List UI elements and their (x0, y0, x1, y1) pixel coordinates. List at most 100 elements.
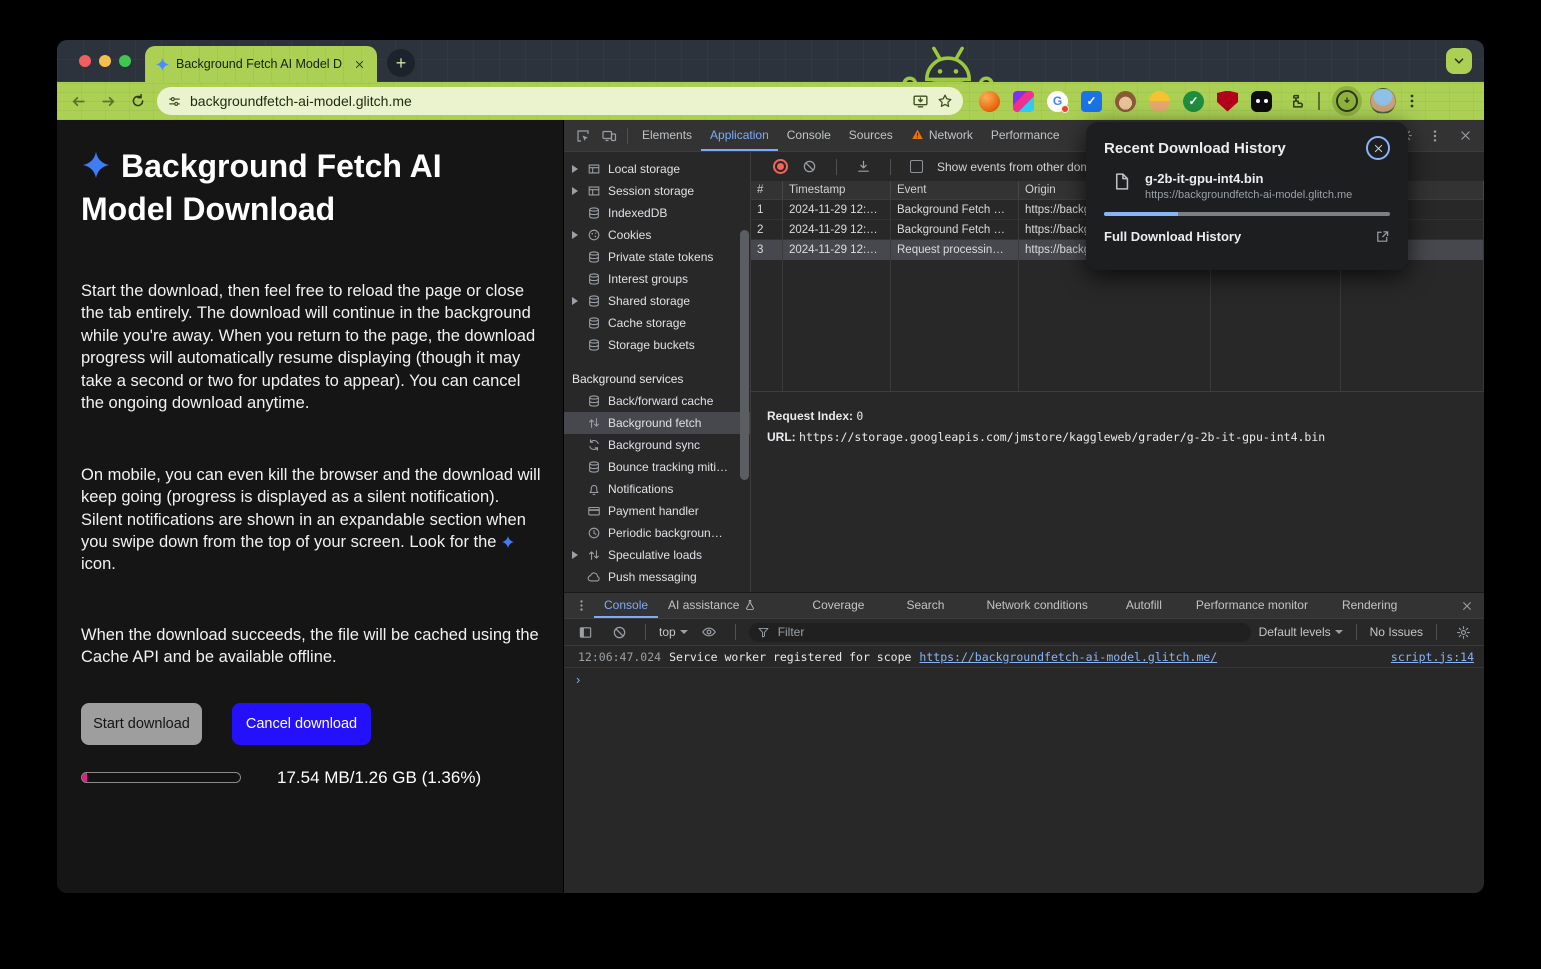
ext-dark-box-icon[interactable] (1251, 91, 1272, 112)
sidebar-item-shared-storage[interactable]: Shared storage (564, 290, 750, 312)
browser-tab[interactable]: Background Fetch AI Model D (145, 46, 377, 82)
ext-red-shield-icon[interactable] (1217, 91, 1238, 112)
browser-menu-button[interactable] (1404, 93, 1420, 109)
tab-close-icon[interactable] (351, 56, 367, 72)
sidebar-item-push-messaging[interactable]: Push messaging (564, 566, 750, 588)
sidebar-item-private-state-tokens[interactable]: Private state tokens (564, 246, 750, 268)
more-options-icon[interactable] (1422, 123, 1448, 149)
ext-green-shield-icon[interactable]: ✓ (1183, 91, 1204, 112)
console-scope-link[interactable]: https://backgroundfetch-ai-model.glitch.… (919, 650, 1217, 664)
drawer-tab-performance-monitor[interactable]: Performance monitor (1186, 593, 1318, 618)
expand-arrow-icon[interactable] (572, 551, 578, 559)
drawer-menu-icon[interactable] (568, 593, 594, 619)
expand-arrow-icon[interactable] (572, 297, 578, 305)
sidebar-scrollbar[interactable] (740, 230, 749, 480)
sidebar-item-background-sync[interactable]: Background sync (564, 434, 750, 456)
tab-elements[interactable]: Elements (633, 120, 701, 151)
sidebar-item-cookies[interactable]: Cookies (564, 224, 750, 246)
new-tab-button[interactable]: + (387, 49, 415, 77)
extensions-puzzle-icon[interactable] (1285, 91, 1306, 112)
console-filter-box[interactable] (749, 623, 1251, 642)
sidebar-item-interest-groups[interactable]: Interest groups (564, 268, 750, 290)
forward-button[interactable] (97, 90, 119, 112)
tab-application[interactable]: Application (701, 120, 778, 151)
sidebar-label: Interest groups (608, 272, 688, 286)
live-expression-eye-icon[interactable] (696, 619, 722, 645)
ext-fox-icon[interactable] (979, 91, 1000, 112)
popup-close-button[interactable] (1366, 136, 1390, 160)
col-header-timestamp[interactable]: Timestamp (783, 181, 891, 199)
sidebar-item-storage-buckets[interactable]: Storage buckets (564, 334, 750, 356)
url-text[interactable]: backgroundfetch-ai-model.glitch.me (190, 93, 904, 109)
inspect-element-icon[interactable] (570, 123, 596, 149)
expand-arrow-icon[interactable] (572, 165, 578, 173)
close-drawer-icon[interactable] (1454, 593, 1480, 619)
sidebar-item-cache-storage[interactable]: Cache storage (564, 312, 750, 334)
drawer-tab-network-conditions[interactable]: Network conditions (976, 593, 1097, 618)
save-events-icon[interactable] (856, 159, 871, 174)
minimize-window-button[interactable] (99, 55, 111, 67)
console-settings-gear-icon[interactable] (1450, 619, 1476, 645)
drawer-tab-ai-assistance[interactable]: AI assistance (658, 593, 766, 618)
tab-console[interactable]: Console (778, 120, 840, 151)
sidebar-item-speculative-loads[interactable]: Speculative loads (564, 544, 750, 566)
console-prompt[interactable]: › (564, 668, 1484, 690)
cancel-download-button[interactable]: Cancel download (232, 703, 371, 745)
drawer-tab-search[interactable]: Search (896, 593, 954, 618)
sidebar-item-periodic-background-sync[interactable]: Periodic backgroun… (564, 522, 750, 544)
close-window-button[interactable] (79, 55, 91, 67)
sidebar-item-bounce-tracking[interactable]: Bounce tracking miti… (564, 456, 750, 478)
request-url-value[interactable]: https://storage.googleapis.com/jmstore/k… (799, 430, 1325, 444)
default-levels-dropdown[interactable]: Default levels (1259, 625, 1343, 639)
col-header-num[interactable]: # (751, 181, 783, 199)
sidebar-item-payment-handler[interactable]: Payment handler (564, 500, 750, 522)
expand-arrow-icon[interactable] (572, 187, 578, 195)
bookmark-star-icon[interactable] (937, 93, 953, 109)
sidebar-item-notifications[interactable]: Notifications (564, 478, 750, 500)
zoom-window-button[interactable] (119, 55, 131, 67)
device-toolbar-icon[interactable] (596, 123, 622, 149)
tab-performance[interactable]: Performance (982, 120, 1069, 151)
record-events-button[interactable] (773, 159, 788, 174)
drawer-tab-rendering[interactable]: Rendering (1332, 593, 1407, 618)
reload-button[interactable] (127, 90, 149, 112)
issues-counter[interactable]: No Issues (1370, 625, 1423, 639)
full-download-history-link[interactable]: Full Download History (1104, 229, 1241, 244)
ext-cards-icon[interactable] (1013, 91, 1034, 112)
col-header-event[interactable]: Event (891, 181, 1019, 199)
clear-console-icon[interactable] (606, 619, 632, 645)
site-settings-icon[interactable] (167, 94, 182, 109)
show-events-checkbox[interactable] (910, 160, 923, 173)
console-sidebar-icon[interactable] (572, 619, 598, 645)
clear-events-icon[interactable] (802, 159, 817, 174)
downloads-button[interactable] (1332, 86, 1362, 116)
sidebar-item-local-storage[interactable]: Local storage (564, 158, 750, 180)
sidebar-item-background-fetch[interactable]: Background fetch (564, 412, 750, 434)
install-app-icon[interactable] (912, 93, 929, 110)
tab-search-chevron-button[interactable] (1446, 48, 1472, 74)
popup-footer[interactable]: Full Download History (1104, 229, 1390, 244)
address-bar[interactable]: backgroundfetch-ai-model.glitch.me (157, 87, 963, 115)
ext-google-lock-icon[interactable]: G (1047, 91, 1068, 112)
ext-worker-icon[interactable] (1149, 91, 1170, 112)
back-button[interactable] (67, 90, 89, 112)
drawer-tab-console[interactable]: Console (594, 593, 658, 618)
sidebar-item-session-storage[interactable]: Session storage (564, 180, 750, 202)
ext-monkey-icon[interactable] (1115, 91, 1136, 112)
console-filter-input[interactable] (776, 624, 1243, 640)
context-selector[interactable]: top (659, 625, 688, 639)
console-source-link[interactable]: script.js:14 (1391, 650, 1474, 664)
tab-sources[interactable]: Sources (840, 120, 902, 151)
drawer-tab-autofill[interactable]: Autofill (1116, 593, 1172, 618)
start-download-button[interactable]: Start download (81, 703, 202, 745)
close-devtools-icon[interactable] (1452, 123, 1478, 149)
sidebar-item-indexeddb[interactable]: IndexedDB (564, 202, 750, 224)
drawer-tab-coverage[interactable]: Coverage (802, 593, 874, 618)
sidebar-item-back-forward-cache[interactable]: Back/forward cache (564, 390, 750, 412)
ext-blue-check-icon[interactable]: ✓ (1081, 91, 1102, 112)
profile-avatar[interactable] (1370, 88, 1396, 114)
expand-arrow-icon[interactable] (572, 231, 578, 239)
download-item[interactable]: g-2b-it-gpu-int4.bin https://backgroundf… (1104, 171, 1390, 201)
download-file-name[interactable]: g-2b-it-gpu-int4.bin (1145, 171, 1352, 186)
tab-network[interactable]: Network (902, 120, 982, 151)
